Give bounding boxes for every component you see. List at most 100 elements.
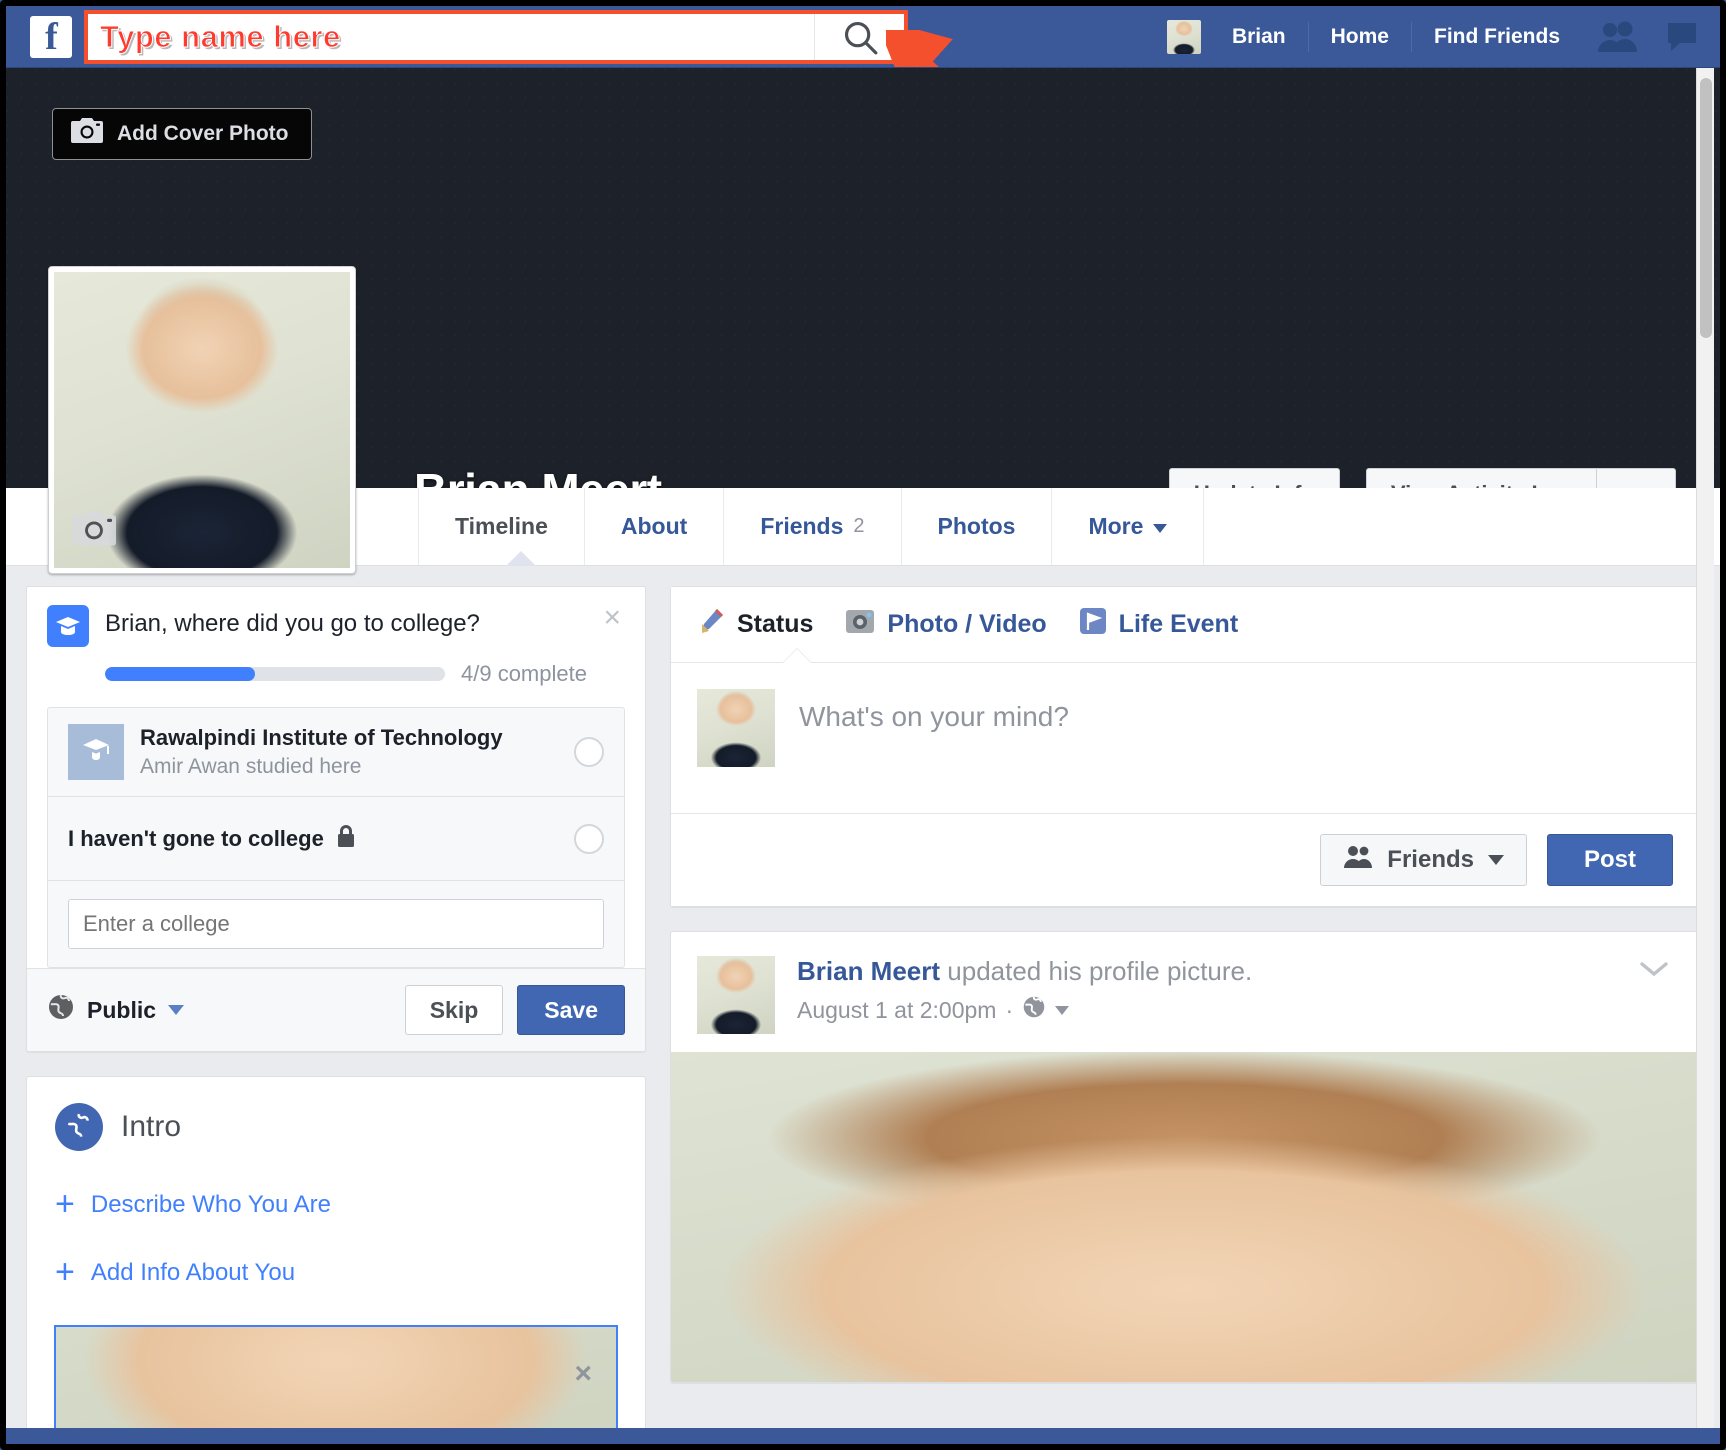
feed-post: Brian Meert updated his profile picture.… [670, 931, 1700, 1383]
progress-bar-fill [105, 667, 255, 681]
nav-profile-link[interactable]: Brian [1210, 6, 1308, 68]
cover-photo-area[interactable]: Add Cover Photo Brian Meert Update Info [6, 68, 1720, 488]
college-card-footer: Public Skip Save [27, 968, 645, 1051]
composer-tab-status[interactable]: Status [697, 607, 813, 642]
main-feed-column: Status Photo / Video [670, 586, 1700, 1446]
change-profile-photo-camera-icon[interactable] [72, 511, 116, 552]
globe-icon[interactable] [1022, 995, 1046, 1025]
active-tab-pointer [506, 551, 536, 566]
search-input-value: Type name here [100, 19, 341, 55]
college-option-radio[interactable] [574, 737, 604, 767]
describe-who-you-are-link[interactable]: + Describe Who You Are [55, 1191, 617, 1219]
intro-featured-photo[interactable]: × [54, 1325, 618, 1435]
intro-title: Intro [121, 1110, 181, 1144]
search-button[interactable] [814, 14, 904, 60]
post-author-avatar[interactable] [697, 956, 775, 1034]
globe-icon [47, 993, 75, 1027]
add-cover-photo-button[interactable]: Add Cover Photo [52, 108, 312, 160]
audience-selector-button[interactable]: Friends [1320, 834, 1527, 886]
close-icon[interactable]: × [603, 603, 621, 633]
friends-icon [1343, 845, 1373, 876]
search-annotation-highlight: Type name here [84, 10, 908, 64]
nav-user-avatar[interactable] [1167, 20, 1201, 54]
skip-button[interactable]: Skip [405, 985, 504, 1035]
page-scrollbar[interactable] [1696, 68, 1714, 1428]
friend-requests-icon[interactable] [1582, 20, 1652, 54]
intro-card-header: Intro [55, 1103, 617, 1151]
profile-content: × Brian, where did you go to college? [6, 566, 1720, 1446]
composer-body[interactable]: What's on your mind? [671, 663, 1699, 813]
pencil-icon [697, 607, 725, 642]
browser-window: f Type name here [0, 0, 1726, 1450]
composer-tab-life-event[interactable]: Life Event [1079, 607, 1238, 642]
messages-icon[interactable] [1652, 20, 1714, 54]
post-header: Brian Meert updated his profile picture.… [671, 932, 1699, 1052]
tab-friends[interactable]: Friends 2 [724, 488, 901, 565]
progress-bar-track [105, 667, 445, 681]
tab-friends-label: Friends [760, 513, 843, 540]
college-option-none-title: I haven't gone to college [68, 826, 324, 852]
add-info-about-you-label: Add Info About You [91, 1259, 295, 1287]
camera-icon [845, 607, 875, 642]
post-timestamp[interactable]: August 1 at 2:00pm [797, 997, 996, 1024]
describe-who-you-are-label: Describe Who You Are [91, 1191, 331, 1219]
composer-tab-photo-video[interactable]: Photo / Video [845, 607, 1046, 642]
privacy-selector[interactable]: Public [47, 993, 184, 1027]
add-info-about-you-link[interactable]: + Add Info About You [55, 1259, 617, 1287]
facebook-top-navigation-bar: f Type name here [6, 6, 1720, 68]
college-option-none[interactable]: I haven't gone to college [48, 797, 624, 881]
chevron-down-icon [1153, 524, 1167, 533]
tab-more[interactable]: More [1052, 488, 1204, 565]
tab-more-label: More [1088, 513, 1143, 540]
close-icon[interactable]: × [574, 1357, 592, 1391]
graduation-cap-thumbnail-icon [68, 724, 124, 780]
graduation-cap-icon [47, 605, 89, 647]
tab-photos[interactable]: Photos [902, 488, 1053, 565]
composer-tab-photo-video-label: Photo / Video [887, 610, 1046, 639]
college-option-title: Rawalpindi Institute of Technology [140, 725, 558, 751]
status-composer: Status Photo / Video [670, 586, 1700, 907]
profile-picture[interactable] [48, 266, 356, 574]
composer-tab-life-event-label: Life Event [1119, 610, 1238, 639]
tab-timeline[interactable]: Timeline [418, 488, 585, 565]
post-photo[interactable] [671, 1052, 1699, 1382]
lock-icon [336, 824, 356, 853]
post-author-name[interactable]: Brian Meert [797, 956, 940, 986]
plus-icon: + [55, 1259, 75, 1286]
composer-placeholder-text[interactable]: What's on your mind? [799, 689, 1069, 787]
flag-icon [1079, 607, 1107, 642]
college-options-list: Rawalpindi Institute of Technology Amir … [47, 707, 625, 968]
facebook-logo-icon[interactable]: f [30, 16, 72, 58]
post-author-line: Brian Meert updated his profile picture. [797, 956, 1252, 987]
college-option-none-radio[interactable] [574, 824, 604, 854]
post-metadata: August 1 at 2:00pm · [797, 995, 1252, 1025]
nav-find-friends-link[interactable]: Find Friends [1412, 6, 1582, 68]
composer-avatar [697, 689, 775, 767]
chevron-down-icon[interactable] [1055, 1006, 1069, 1015]
college-question-text: Brian, where did you go to college? [105, 605, 480, 638]
add-cover-photo-label: Add Cover Photo [117, 122, 289, 146]
save-button[interactable]: Save [517, 985, 625, 1035]
chevron-down-icon [1488, 855, 1504, 865]
tab-timeline-label: Timeline [455, 513, 548, 540]
tab-about[interactable]: About [585, 488, 724, 565]
composer-tab-bar: Status Photo / Video [671, 587, 1699, 663]
globe-icon [55, 1103, 103, 1151]
post-button[interactable]: Post [1547, 834, 1673, 886]
tab-friends-count: 2 [853, 515, 864, 538]
search-icon [841, 18, 879, 56]
tab-about-label: About [621, 513, 687, 540]
post-action-text: updated his profile picture. [940, 956, 1252, 986]
college-option-suggested[interactable]: Rawalpindi Institute of Technology Amir … [48, 708, 624, 797]
college-card-header: Brian, where did you go to college? [47, 605, 625, 647]
college-option-subtitle: Amir Awan studied here [140, 755, 558, 779]
college-search-input[interactable] [68, 899, 604, 949]
search-input[interactable]: Type name here [88, 14, 814, 60]
audience-label: Friends [1387, 846, 1474, 874]
scrollbar-thumb[interactable] [1700, 78, 1712, 338]
page-bottom-edge [6, 1428, 1720, 1444]
intro-card: Intro + Describe Who You Are + Add Info … [26, 1076, 646, 1436]
plus-icon: + [55, 1191, 75, 1218]
nav-home-link[interactable]: Home [1309, 6, 1411, 68]
post-options-chevron-down-icon[interactable] [1637, 958, 1671, 985]
